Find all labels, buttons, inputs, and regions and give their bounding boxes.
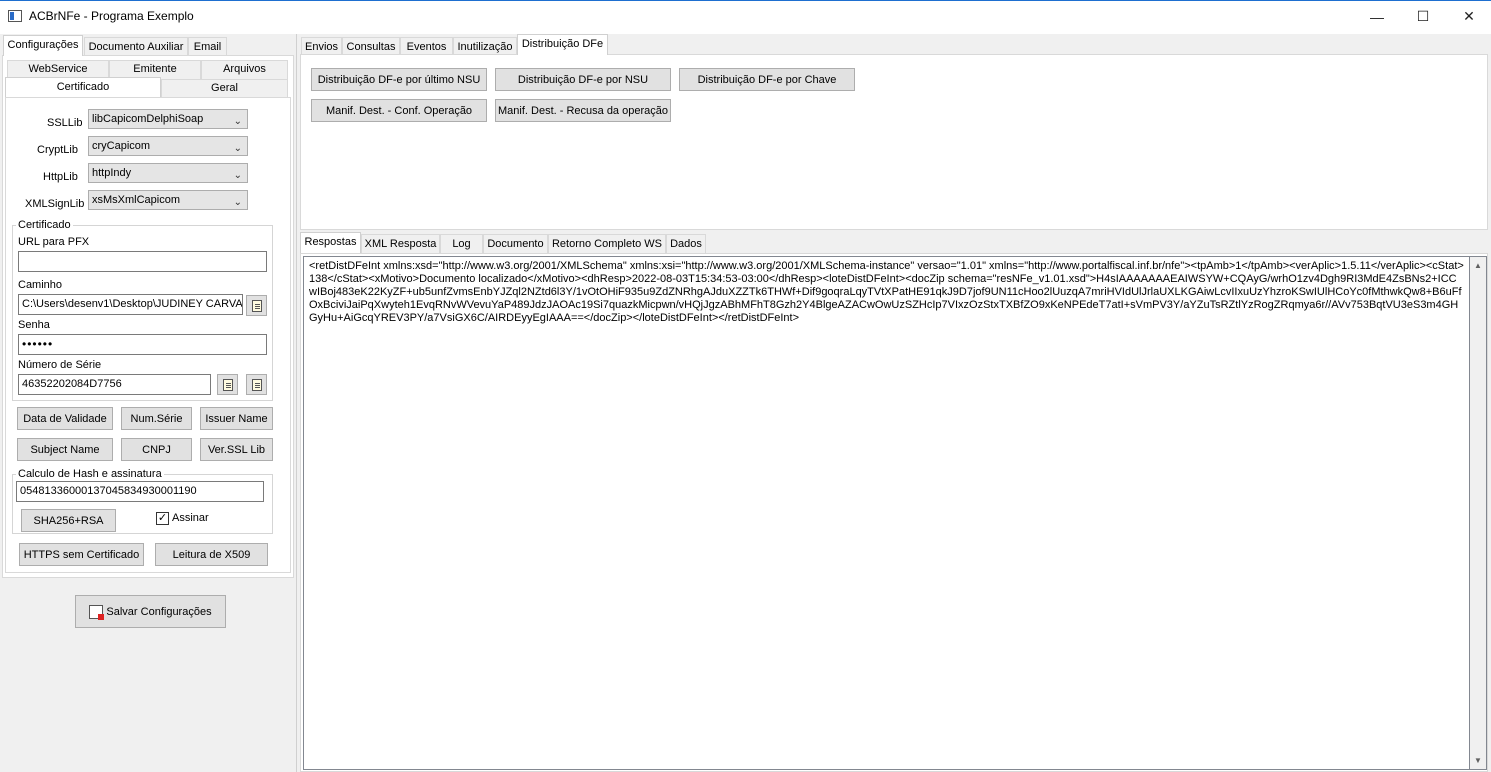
caminho-label: Caminho [18, 279, 63, 291]
window-title: ACBrNFe - Programa Exemplo [29, 9, 194, 23]
dist-chave-button[interactable]: Distribuição DF-e por Chave [679, 68, 855, 91]
minimize-button[interactable]: — [1354, 0, 1400, 33]
issuer-name-button[interactable]: Issuer Name [200, 407, 273, 430]
xmlsignlib-select[interactable]: xsMsXmlCapicom ⌄ [88, 190, 248, 210]
data-validade-button[interactable]: Data de Validade [17, 407, 113, 430]
hash-group-title: Calculo de Hash e assinatura [16, 468, 164, 480]
numserie-label: Número de Série [18, 359, 102, 371]
chevron-down-icon: ⌄ [233, 170, 242, 181]
tab-certificado[interactable]: Certificado [5, 77, 161, 97]
chevron-down-icon: ⌄ [233, 143, 242, 154]
save-icon [89, 604, 105, 620]
file-icon [222, 378, 233, 391]
xmlsignlib-value: xsMsXmlCapicom [92, 194, 181, 206]
httplib-value: httpIndy [92, 167, 132, 179]
ver-ssl-lib-button[interactable]: Ver.SSL Lib [200, 438, 273, 461]
list-cert-button[interactable] [246, 374, 267, 395]
certificado-group-title: Certificado [16, 219, 73, 231]
splitter[interactable] [296, 34, 297, 772]
title-bar [0, 0, 1491, 34]
scroll-down-icon[interactable]: ▼ [1474, 756, 1482, 765]
maximize-button[interactable]: ☐ [1400, 0, 1446, 33]
httplib-select[interactable]: httpIndy ⌄ [88, 163, 248, 183]
senha-label: Senha [18, 319, 50, 331]
assinar-label: Assinar [172, 512, 209, 524]
ssllib-select[interactable]: libCapicomDelphiSoap ⌄ [88, 109, 248, 129]
leitura-x509-button[interactable]: Leitura de X509 [155, 543, 268, 566]
response-memo[interactable]: <retDistDFeInt xmlns:xsd="http://www.w3.… [303, 256, 1470, 770]
vertical-scrollbar[interactable]: ▲ ▼ [1470, 256, 1487, 770]
senha-input[interactable]: •••••• [18, 334, 267, 355]
numserie-input[interactable]: 46352202084D7756 [18, 374, 211, 395]
tab-distribuicao-dfe[interactable]: Distribuição DFe [517, 34, 608, 55]
ssllib-label: SSLLib [47, 117, 83, 129]
xmlsignlib-label: XMLSignLib [25, 198, 85, 210]
https-sem-certificado-button[interactable]: HTTPS sem Certificado [19, 543, 144, 566]
salvar-configuracoes-label: Salvar Configurações [106, 605, 212, 618]
url-pfx-input[interactable] [18, 251, 267, 272]
caminho-input[interactable]: C:\Users\desenv1\Desktop\JUDINEY CARVALI [18, 294, 243, 315]
subject-name-button[interactable]: Subject Name [17, 438, 113, 461]
cryptlib-value: cryCapicom [92, 140, 151, 152]
tab-retorno-completo-ws[interactable]: Retorno Completo WS [548, 234, 666, 255]
file-icon [251, 299, 262, 312]
tab-xml-resposta[interactable]: XML Resposta [361, 234, 440, 255]
chevron-down-icon: ⌄ [233, 197, 242, 208]
browse-file-button[interactable] [246, 295, 267, 316]
chevron-down-icon: ⌄ [233, 116, 242, 127]
hash-input[interactable]: 05481336000137045834930001190 [16, 481, 264, 502]
dist-nsu-button[interactable]: Distribuição DF-e por NSU [495, 68, 671, 91]
close-button[interactable]: ✕ [1446, 0, 1491, 33]
scroll-up-icon[interactable]: ▲ [1474, 261, 1482, 270]
select-cert-button[interactable] [217, 374, 238, 395]
tab-configuracoes[interactable]: Configurações [3, 35, 83, 56]
cryptlib-label: CryptLib [37, 144, 78, 156]
file-icon [251, 378, 262, 391]
url-pfx-label: URL para PFX [18, 236, 90, 248]
tab-respostas[interactable]: Respostas [300, 232, 361, 253]
httplib-label: HttpLib [43, 171, 78, 183]
tab-log[interactable]: Log [440, 234, 483, 255]
tab-dados[interactable]: Dados [666, 234, 706, 255]
salvar-configuracoes-button[interactable]: Salvar Configurações [75, 595, 226, 628]
tab-geral[interactable]: Geral [161, 79, 288, 98]
tab-arquivos[interactable]: Arquivos [201, 60, 288, 79]
cryptlib-select[interactable]: cryCapicom ⌄ [88, 136, 248, 156]
assinar-checkbox[interactable]: ✓ [156, 512, 169, 525]
dist-ultimo-nsu-button[interactable]: Distribuição DF-e por último NSU [311, 68, 487, 91]
num-serie-button[interactable]: Num.Série [121, 407, 192, 430]
sha256-rsa-button[interactable]: SHA256+RSA [21, 509, 116, 532]
app-icon [8, 10, 22, 22]
ssllib-value: libCapicomDelphiSoap [92, 113, 204, 125]
manif-conf-operacao-button[interactable]: Manif. Dest. - Conf. Operação [311, 99, 487, 122]
manif-recusa-operacao-button[interactable]: Manif. Dest. - Recusa da operação [495, 99, 671, 122]
tab-documento[interactable]: Documento [483, 234, 548, 255]
cnpj-button[interactable]: CNPJ [121, 438, 192, 461]
